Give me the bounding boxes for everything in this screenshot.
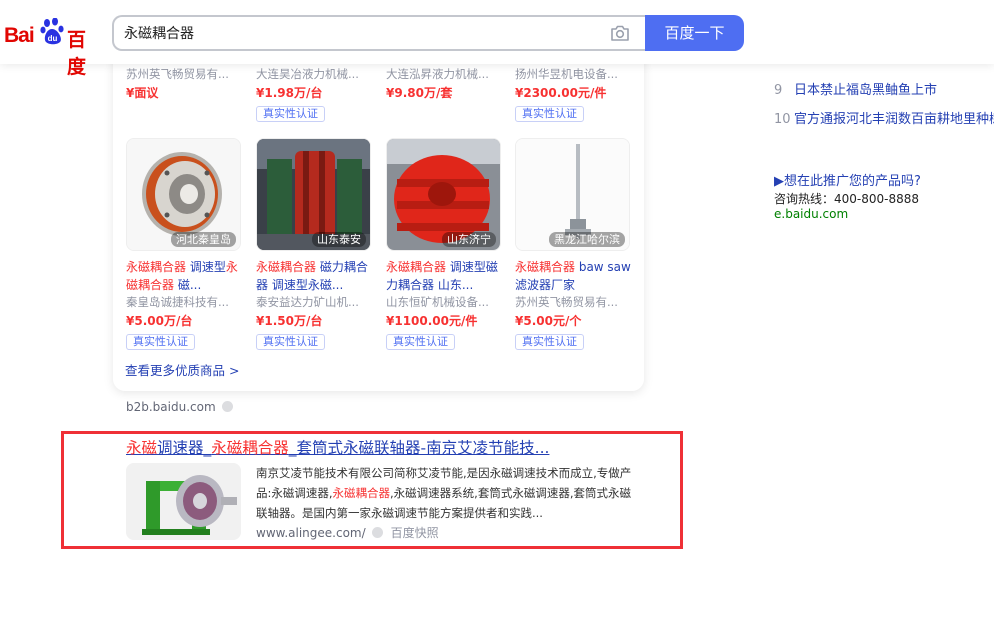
supplier-name: 山东恒矿机械设备... — [386, 295, 489, 309]
promo-domain[interactable]: e.baidu.com — [774, 207, 848, 221]
product-item-4[interactable]: 永磁耦合器 baw saw 滤波器厂家 苏州英飞畅贸易有... ¥5.00元/个… — [515, 258, 631, 350]
camera-icon[interactable] — [610, 24, 630, 42]
product-card: 苏州英飞畅贸易有... ¥面议 大连昊冶液力机械... ¥1.98万/台 真实性… — [113, 48, 644, 391]
supplier-name: 苏州英飞畅贸易有... — [126, 67, 229, 81]
supplier-name: 苏州英飞畅贸易有... — [515, 295, 618, 309]
source-domain: b2b.baidu.com — [126, 400, 233, 414]
verify-badge[interactable]: 真实性认证 — [126, 334, 195, 350]
header-bar: Bai du 百度 百度一下 — [0, 0, 994, 78]
product-image[interactable]: 河北秦皇岛 — [126, 138, 241, 251]
search-input[interactable] — [124, 17, 594, 49]
product-title[interactable]: 永磁耦合器 调速型磁力耦合器 山东... — [386, 258, 502, 294]
logo-text-cn: 百度 — [67, 29, 86, 78]
location-tag: 山东济宁 — [442, 232, 496, 247]
supplier-name: 扬州华昱机电设备... — [515, 67, 618, 81]
price: ¥5.00万/台 — [126, 314, 193, 328]
product-title[interactable]: 永磁耦合器 调速型永磁耦合器 磁... — [126, 258, 242, 294]
hot-item[interactable]: 10 官方通报河北丰润数百亩耕地里种树 — [774, 108, 994, 127]
verify-badge[interactable]: 真实性认证 — [386, 334, 455, 350]
supplier-name: 泰安益达力矿山机... — [256, 295, 359, 309]
promo-link[interactable]: ▶想在此推广您的产品吗? — [774, 170, 921, 189]
product-top-1[interactable]: 苏州英飞畅贸易有... ¥面议 — [126, 66, 242, 102]
url-text[interactable]: www.alingee.com/ — [256, 526, 366, 540]
product-top-3[interactable]: 大连泓昇液力机械... ¥9.80万/套 — [386, 66, 502, 102]
product-image[interactable]: 山东济宁 — [386, 138, 501, 251]
hot-item[interactable]: 9 日本禁止福岛黑鲉鱼上市 — [774, 79, 937, 98]
product-title[interactable]: 永磁耦合器 baw saw 滤波器厂家 — [515, 258, 631, 294]
location-tag: 山东泰安 — [312, 232, 366, 247]
product-image[interactable]: 黑龙江哈尔滨 — [515, 138, 630, 251]
price: ¥2300.00元/件 — [515, 86, 607, 100]
price: ¥面议 — [126, 86, 159, 100]
product-image[interactable]: 山东泰安 — [256, 138, 371, 251]
location-tag: 河北秦皇岛 — [171, 232, 236, 247]
supplier-name: 大连昊冶液力机械... — [256, 67, 359, 81]
snapshot-link[interactable]: 百度快照 — [391, 526, 439, 540]
product-title[interactable]: 永磁耦合器 磁力耦合器 调速型永磁... — [256, 258, 372, 294]
product-item-3[interactable]: 永磁耦合器 调速型磁力耦合器 山东... 山东恒矿机械设备... ¥1100.0… — [386, 258, 502, 350]
svg-text:du: du — [48, 34, 58, 43]
price: ¥1.98万/台 — [256, 86, 323, 100]
verify-badge[interactable]: 真实性认证 — [515, 334, 584, 350]
verify-badge[interactable]: 真实性认证 — [256, 334, 325, 350]
product-item-2[interactable]: 永磁耦合器 磁力耦合器 调速型永磁... 泰安益达力矿山机... ¥1.50万/… — [256, 258, 372, 350]
verify-badge[interactable]: 真实性认证 — [515, 106, 584, 122]
product-top-2[interactable]: 大连昊冶液力机械... ¥1.98万/台 真实性认证 — [256, 66, 372, 122]
info-icon[interactable] — [371, 527, 383, 538]
product-item-1[interactable]: 永磁耦合器 调速型永磁耦合器 磁... 秦皇岛诚捷科技有... ¥5.00万/台… — [126, 258, 242, 350]
location-tag: 黑龙江哈尔滨 — [549, 232, 625, 247]
price: ¥5.00元/个 — [515, 314, 582, 328]
baidu-logo[interactable]: Bai du 百度 — [4, 18, 98, 78]
supplier-name: 秦皇岛诚捷科技有... — [126, 295, 229, 309]
result-title-link[interactable]: 永磁调速器_永磁耦合器_套筒式永磁联轴器-南京艾凌节能技... — [126, 436, 549, 458]
search-button[interactable]: 百度一下 — [645, 15, 744, 51]
paw-logo-icon: du — [40, 18, 64, 45]
search-box — [112, 15, 646, 51]
speed-regulator-image-icon — [126, 463, 241, 540]
price: ¥1100.00元/件 — [386, 314, 478, 328]
verify-badge[interactable]: 真实性认证 — [256, 106, 325, 122]
result-url: www.alingee.com/百度快照 — [256, 524, 439, 541]
info-icon[interactable] — [221, 401, 233, 412]
product-top-4[interactable]: 扬州华昱机电设备... ¥2300.00元/件 真实性认证 — [515, 66, 631, 122]
promo-phone: 咨询热线：400-800-8888 — [774, 192, 920, 206]
logo-text-bai: Bai — [4, 24, 35, 47]
price: ¥1.50万/台 — [256, 314, 323, 328]
more-products-link[interactable]: 查看更多优质商品 > — [125, 360, 239, 379]
price: ¥9.80万/套 — [386, 86, 453, 100]
result-thumbnail[interactable] — [126, 463, 241, 540]
supplier-name: 大连泓昇液力机械... — [386, 67, 489, 81]
result-abstract: 南京艾凌节能技术有限公司简称艾凌节能,是因永磁调速技术而成立,专做产品:永磁调速… — [256, 466, 632, 520]
